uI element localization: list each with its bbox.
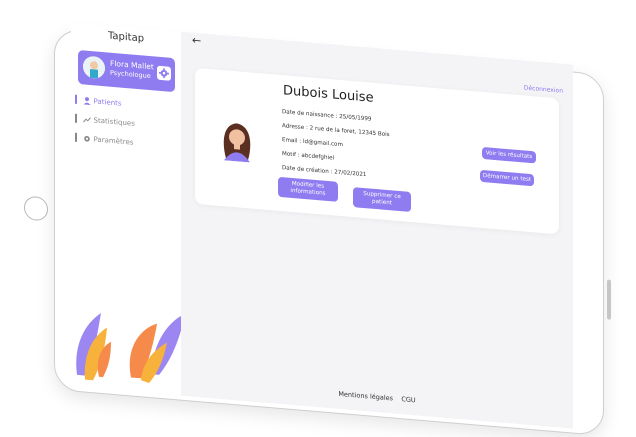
- cgu-link[interactable]: CGU: [401, 395, 415, 404]
- delete-patient-button[interactable]: Supprimer ce patient: [353, 187, 411, 212]
- app-screen: Tapitap Flora Mallet Psychologue Patient…: [71, 22, 573, 429]
- creation-date-field: Date de création : 27/02/2021: [282, 165, 367, 179]
- tablet-frame: Tapitap Flora Mallet Psychologue Patient…: [24, 22, 611, 437]
- address-field: Adresse : 2 rue de la foret, 12345 Bois: [282, 123, 390, 139]
- back-arrow-icon[interactable]: ←: [192, 34, 201, 48]
- logout-link[interactable]: Déconnexion: [524, 84, 563, 94]
- birthdate-field: Date de naissance : 25/05/1999: [282, 109, 372, 123]
- patient-card: Dubois Louise Date de naissance : 25/05/…: [195, 67, 559, 235]
- decorative-leaves: [76, 312, 181, 383]
- motif-field: Motif : abcdefghiel: [282, 151, 335, 162]
- start-test-button[interactable]: Démarrer un test: [480, 169, 534, 187]
- patient-name: Dubois Louise: [283, 83, 374, 106]
- sidebar: Tapitap Flora Mallet Psychologue Patient…: [71, 22, 181, 396]
- side-button[interactable]: [607, 279, 611, 320]
- email-field: Email : ld@gmail.com: [282, 137, 343, 149]
- patient-avatar: [223, 123, 251, 163]
- modify-info-button[interactable]: Modifier les informations: [278, 176, 338, 202]
- view-results-button[interactable]: Voir les résultats: [482, 146, 536, 164]
- home-button[interactable]: [24, 195, 48, 222]
- legal-link[interactable]: Mentions légales: [338, 390, 393, 403]
- footer: Mentions légales CGU: [181, 377, 573, 418]
- device-stage: Tapitap Flora Mallet Psychologue Patient…: [0, 0, 636, 437]
